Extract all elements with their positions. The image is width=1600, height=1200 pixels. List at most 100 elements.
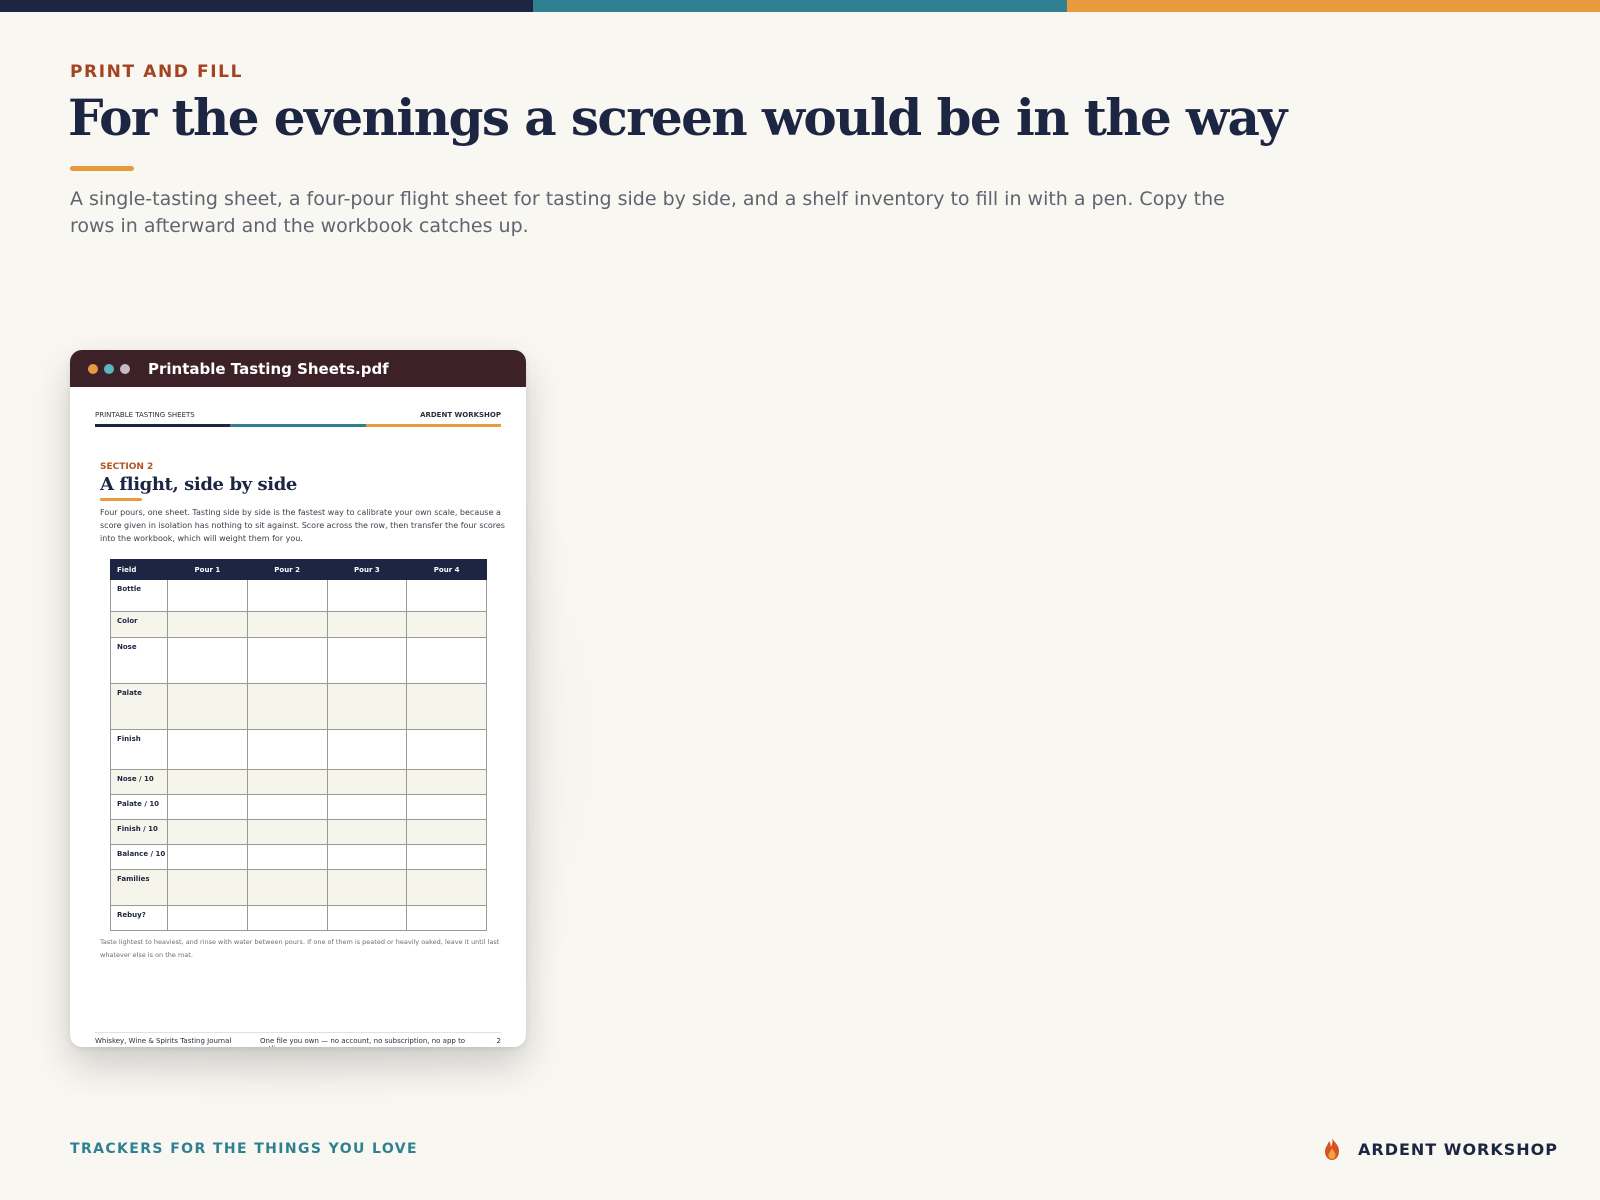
table-cell (326, 611, 408, 638)
table-cell (326, 905, 408, 931)
table-row: Families (110, 869, 487, 906)
accent-segment-orange (1066, 0, 1600, 12)
table-cell (167, 579, 248, 612)
table-cell (326, 637, 408, 684)
section-title: A flight, side by side (100, 474, 297, 495)
table-cell (246, 905, 328, 931)
table-cell (246, 611, 328, 638)
row-label: Palate (110, 683, 168, 730)
section-underline (100, 498, 142, 501)
accent-segment-navy (0, 0, 534, 12)
page-footer-left: Whiskey, Wine & Spirits Tasting Journal (95, 1037, 232, 1045)
pdf-page: PRINTABLE TASTING SHEETS ARDENT WORKSHOP… (70, 411, 526, 1047)
page-header-right: ARDENT WORKSHOP (420, 411, 501, 419)
brand-logo[interactable]: ARDENT WORKSHOP (1320, 1136, 1558, 1162)
page-rule-orange (365, 424, 501, 427)
table-cell (167, 905, 248, 931)
title-underline (70, 166, 134, 171)
table-row: Rebuy? (110, 905, 487, 931)
table-row: Nose (110, 637, 487, 684)
section-body: Four pours, one sheet. Tasting side by s… (100, 508, 505, 543)
section-label: SECTION 2 (100, 462, 154, 472)
table-cell (167, 637, 248, 684)
table-cell (246, 637, 328, 684)
lead-paragraph: A single-tasting sheet, a four-pour flig… (70, 188, 1225, 237)
column-header: Pour 2 (246, 559, 328, 580)
table-cell (326, 819, 408, 845)
footer-tagline: TRACKERS FOR THE THINGS YOU LOVE (70, 1141, 418, 1157)
window-title: Printable Tasting Sheets.pdf (148, 359, 389, 378)
table-cell (406, 769, 487, 795)
table-row: Palate (110, 683, 487, 730)
table-row: Finish / 10 (110, 819, 487, 845)
table-cell (406, 729, 487, 770)
window-titlebar: Printable Tasting Sheets.pdf (70, 350, 526, 387)
table-cell (326, 794, 408, 820)
table-cell (167, 819, 248, 845)
page-title: For the evenings a screen would be in th… (68, 88, 1287, 147)
table-row: Balance / 10 (110, 844, 487, 870)
page-number: 2 (496, 1037, 501, 1045)
table-cell (246, 819, 328, 845)
row-label: Finish (110, 729, 168, 770)
table-cell (326, 729, 408, 770)
table-cell (167, 869, 248, 906)
table-cell (406, 637, 487, 684)
column-header: Field (110, 559, 168, 580)
table-header-row: Field Pour 1 Pour 2 Pour 3 Pour 4 (110, 559, 487, 580)
table-cell (167, 844, 248, 870)
row-label: Nose (110, 637, 168, 684)
table-row: Finish (110, 729, 487, 770)
accent-segment-teal (533, 0, 1067, 12)
column-header: Pour 4 (406, 559, 487, 580)
table-row: Bottle (110, 579, 487, 612)
row-label: Bottle (110, 579, 168, 612)
table-cell (246, 794, 328, 820)
table-cell (406, 794, 487, 820)
table-cell (246, 683, 328, 730)
window-dot-lilac (120, 363, 130, 374)
page-header: PRINTABLE TASTING SHEETS ARDENT WORKSHOP (95, 411, 501, 419)
table-cell (406, 869, 487, 906)
page-header-left: PRINTABLE TASTING SHEETS (95, 411, 195, 419)
table-row: Palate / 10 (110, 794, 487, 820)
table-cell (406, 844, 487, 870)
table-cell (406, 905, 487, 931)
table-cell (406, 683, 487, 730)
table-cell (167, 794, 248, 820)
table-cell (246, 844, 328, 870)
flame-icon (1325, 1137, 1339, 1160)
page-footer-center: One file you own — no account, no subscr… (260, 1037, 466, 1047)
row-label: Color (110, 611, 168, 638)
table-cell (326, 579, 408, 612)
row-label: Nose / 10 (110, 769, 168, 795)
flight-table: Field Pour 1 Pour 2 Pour 3 Pour 4 Bottle… (110, 559, 487, 931)
table-cell (326, 869, 408, 906)
column-header: Pour 3 (326, 559, 408, 580)
row-label: Rebuy? (110, 905, 168, 931)
brand-name: ARDENT WORKSHOP (1358, 1139, 1558, 1159)
row-label: Balance / 10 (110, 844, 168, 870)
table-cell (167, 611, 248, 638)
table-cell (246, 869, 328, 906)
page-rule-teal (230, 424, 366, 427)
table-cell (167, 683, 248, 730)
table-cell (326, 769, 408, 795)
pdf-preview-window[interactable]: Printable Tasting Sheets.pdf PRINTABLE T… (70, 350, 526, 1047)
top-accent-bar (0, 0, 1600, 12)
table-cell (167, 729, 248, 770)
table-cell (167, 769, 248, 795)
window-dot-orange (88, 363, 98, 374)
table-row: Color (110, 611, 487, 638)
column-header: Pour 1 (167, 559, 248, 580)
table-cell (406, 579, 487, 612)
page-rule-navy (95, 424, 231, 427)
page-footer: Whiskey, Wine & Spirits Tasting Journal … (95, 1032, 501, 1047)
window-dot-teal (104, 363, 114, 374)
table-cell (246, 729, 328, 770)
page-note: Taste lightest to heaviest, and rinse wi… (100, 938, 500, 959)
table-row: Nose / 10 (110, 769, 487, 795)
table-cell (406, 819, 487, 845)
table-cell (246, 579, 328, 612)
row-label: Finish / 10 (110, 819, 168, 845)
